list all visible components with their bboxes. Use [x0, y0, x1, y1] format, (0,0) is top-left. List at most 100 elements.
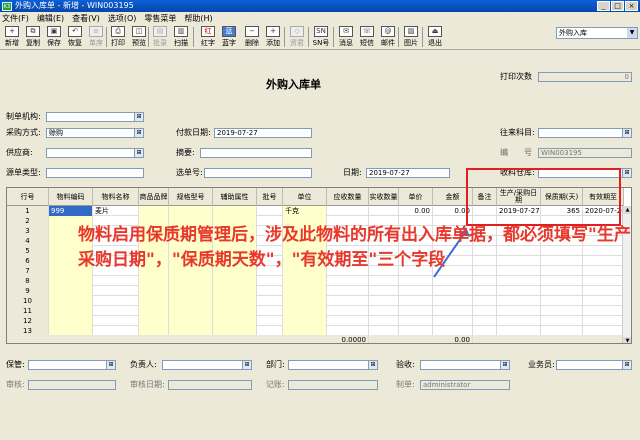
table-cell[interactable] [283, 306, 327, 316]
responsible-field[interactable]: ⊞ [162, 360, 252, 370]
payment-date-field[interactable]: 2019-07-27 [214, 128, 312, 138]
table-cell[interactable] [213, 206, 257, 216]
table-cell[interactable] [283, 296, 327, 306]
scan-button[interactable]: ▥ 扫描 [171, 26, 191, 48]
account-field[interactable]: ⊞ [538, 128, 632, 138]
table-cell[interactable] [213, 286, 257, 296]
table-cell[interactable] [399, 316, 433, 326]
table-cell[interactable] [433, 296, 473, 306]
table-cell[interactable] [213, 306, 257, 316]
table-cell[interactable] [257, 286, 283, 296]
table-cell[interactable] [399, 296, 433, 306]
menu-help[interactable]: 帮助(H) [184, 13, 212, 24]
org-field[interactable]: ⊞ [46, 112, 144, 122]
lookup-icon[interactable]: ⊞ [368, 361, 377, 369]
capital-button[interactable]: ◇ 资君 [287, 26, 307, 48]
table-cell[interactable] [583, 296, 624, 306]
table-cell[interactable] [497, 286, 541, 296]
save-button[interactable]: ▣ 保存 [44, 26, 64, 48]
table-row[interactable]: 10 [7, 296, 624, 306]
picture-button[interactable]: ▨ 图片 [401, 26, 421, 48]
lookup-icon[interactable]: ⊞ [134, 113, 143, 121]
table-cell[interactable] [93, 296, 139, 306]
table-cell[interactable] [583, 276, 624, 286]
lookup-icon[interactable]: ⊞ [242, 361, 251, 369]
lookup-icon[interactable]: ⊞ [622, 169, 631, 177]
table-cell[interactable] [327, 296, 369, 306]
add-row-button[interactable]: + 添加 [263, 26, 283, 48]
table-cell[interactable] [257, 206, 283, 216]
table-cell[interactable] [283, 316, 327, 326]
batch-entry-button[interactable]: ▤ 批录 [150, 26, 170, 48]
doc-type-select[interactable]: 外购入库 ▼ [556, 27, 638, 39]
table-cell[interactable] [583, 286, 624, 296]
blue-entry-button[interactable]: 蓝蓝字 [219, 26, 239, 48]
table-cell[interactable] [369, 276, 399, 286]
table-cell[interactable] [139, 206, 169, 216]
inspector-field[interactable]: ⊞ [420, 360, 510, 370]
table-cell[interactable] [257, 296, 283, 306]
lookup-icon[interactable]: ⊞ [500, 361, 509, 369]
menu-file[interactable]: 文件(F) [2, 13, 29, 24]
table-cell[interactable] [399, 286, 433, 296]
table-cell[interactable] [169, 316, 213, 326]
lookup-icon[interactable]: ⊞ [622, 361, 631, 369]
exit-button[interactable]: ⏏ 退出 [425, 26, 445, 48]
table-cell[interactable] [213, 296, 257, 306]
supplier-field[interactable]: ⊞ [46, 148, 144, 158]
table-cell[interactable] [139, 316, 169, 326]
delete-row-button[interactable]: − 删除 [242, 26, 262, 48]
table-cell[interactable] [497, 306, 541, 316]
lookup-icon[interactable]: ⊞ [134, 149, 143, 157]
close-button[interactable]: × [625, 1, 638, 11]
table-cell[interactable] [473, 296, 497, 306]
table-cell[interactable] [169, 306, 213, 316]
table-cell[interactable] [369, 306, 399, 316]
table-cell[interactable] [473, 306, 497, 316]
scroll-down-icon[interactable]: ▼ [623, 337, 631, 343]
table-cell[interactable] [541, 286, 583, 296]
table-cell[interactable] [583, 316, 624, 326]
copy-button[interactable]: ⧉ 复制 [23, 26, 43, 48]
table-cell[interactable] [327, 276, 369, 286]
table-row[interactable]: 12 [7, 316, 624, 326]
table-cell[interactable] [369, 286, 399, 296]
table-cell[interactable] [399, 306, 433, 316]
email-button[interactable]: @ 邮件 [378, 26, 398, 48]
table-cell[interactable] [433, 306, 473, 316]
table-cell[interactable] [93, 276, 139, 286]
table-cell[interactable] [327, 286, 369, 296]
table-cell[interactable] [433, 316, 473, 326]
table-row[interactable]: 11 [7, 306, 624, 316]
table-row[interactable]: 9 [7, 286, 624, 296]
table-cell[interactable] [473, 286, 497, 296]
table-cell[interactable]: 千克 [283, 206, 327, 216]
sn-button[interactable]: SN SN号 [311, 26, 331, 48]
table-cell[interactable] [369, 296, 399, 306]
purchase-method-field[interactable]: 赊购 ⊞ [46, 128, 144, 138]
table-cell[interactable] [257, 306, 283, 316]
menu-view[interactable]: 查看(V) [72, 13, 100, 24]
menu-options[interactable]: 选项(O) [108, 13, 137, 24]
table-cell[interactable] [283, 276, 327, 286]
source-type-field[interactable] [46, 168, 144, 178]
table-cell[interactable] [169, 286, 213, 296]
table-cell[interactable]: 0.00 [399, 206, 433, 216]
red-entry-button[interactable]: 红红字 [198, 26, 218, 48]
table-cell[interactable] [473, 316, 497, 326]
table-cell[interactable] [169, 206, 213, 216]
table-cell[interactable] [327, 206, 369, 216]
table-cell[interactable] [213, 316, 257, 326]
table-cell[interactable] [139, 306, 169, 316]
table-cell[interactable] [169, 276, 213, 286]
table-cell[interactable] [139, 296, 169, 306]
table-cell[interactable] [497, 276, 541, 286]
table-cell[interactable] [497, 316, 541, 326]
menu-retail[interactable]: 零售菜单 [144, 13, 176, 24]
table-cell[interactable] [541, 276, 583, 286]
table-cell[interactable] [49, 286, 93, 296]
lookup-icon[interactable]: ⊞ [622, 129, 631, 137]
minimize-button[interactable]: _ [597, 1, 610, 11]
table-cell[interactable] [93, 316, 139, 326]
new-button[interactable]: + 新增 [2, 26, 22, 48]
